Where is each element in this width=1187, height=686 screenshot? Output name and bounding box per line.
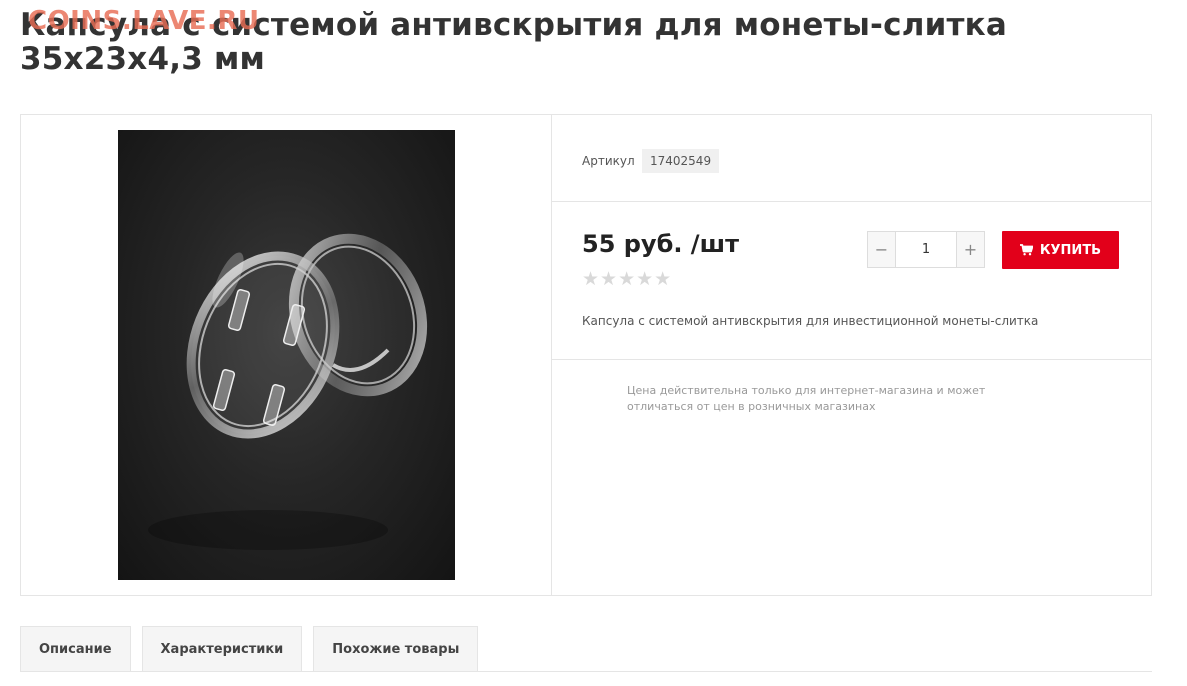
quantity-increase-button[interactable]: + [956, 232, 984, 267]
product-gallery [21, 115, 552, 595]
buy-row: 55 руб. /шт ★★★★★ − + КУПИТЬ Капсула с с… [552, 202, 1151, 360]
tabs-divider [20, 671, 1152, 672]
buy-button-label: КУПИТЬ [1039, 242, 1102, 258]
product-image[interactable] [118, 130, 455, 580]
price-note: Цена действительна только для интернет-м… [627, 384, 986, 413]
tab-specifications[interactable]: Характеристики [141, 626, 303, 672]
product-info: Артикул 17402549 55 руб. /шт ★★★★★ − + К… [552, 115, 1151, 595]
cart-icon [1019, 244, 1033, 256]
quantity-stepper: − + [867, 231, 985, 268]
quantity-decrease-button[interactable]: − [868, 232, 896, 267]
buy-button[interactable]: КУПИТЬ [1002, 231, 1119, 269]
product-short-description: Капсула с системой антивскрытия для инве… [582, 314, 1039, 328]
capsule-illustration [148, 233, 428, 550]
price: 55 руб. /шт [582, 230, 739, 258]
sku-row: Артикул 17402549 [552, 115, 1151, 202]
tab-similar-products[interactable]: Похожие товары [313, 626, 479, 672]
page-header: Капсула с системой антивскрытия для моне… [20, 8, 1160, 76]
product-card: Артикул 17402549 55 руб. /шт ★★★★★ − + К… [20, 114, 1152, 596]
page-title: Капсула с системой антивскрытия для моне… [20, 7, 1008, 77]
rating-stars[interactable]: ★★★★★ [582, 268, 672, 290]
product-tabs: Описание Характеристики Похожие товары [20, 626, 479, 672]
tab-description[interactable]: Описание [20, 626, 131, 672]
sku-label: Артикул [582, 154, 635, 168]
sku-value: 17402549 [642, 149, 720, 173]
quantity-input[interactable] [896, 232, 956, 267]
